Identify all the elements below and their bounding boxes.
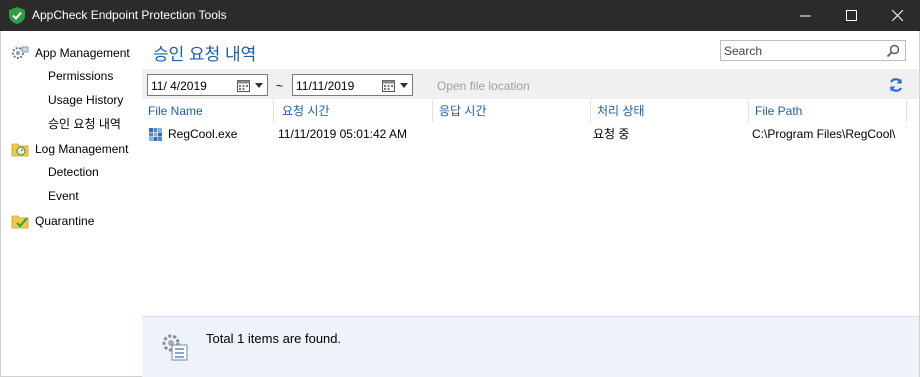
sidebar-group-label: Quarantine xyxy=(35,214,95,228)
table-header: File Name 요청 시간 응답 시간 처리 상태 File Path xyxy=(142,100,919,122)
search-icon[interactable] xyxy=(886,44,900,58)
date-to-value: 11/11/2019 xyxy=(296,79,355,93)
sidebar-group-label: Log Management xyxy=(35,142,129,156)
sidebar-group-log-management[interactable]: Log Management xyxy=(11,140,128,158)
open-file-location-button[interactable]: Open file location xyxy=(437,79,530,93)
calendar-icon[interactable] xyxy=(237,79,250,92)
column-header-file-path[interactable]: File Path xyxy=(749,100,907,122)
column-header-status[interactable]: 처리 상태 xyxy=(591,100,748,122)
date-from-value: 11/ 4/2019 xyxy=(151,79,207,93)
cell-status: 요청 중 xyxy=(593,127,630,141)
maximize-button[interactable] xyxy=(828,0,874,31)
minimize-button[interactable] xyxy=(782,0,828,31)
column-header-request-time[interactable]: 요청 시간 xyxy=(276,100,431,122)
sidebar-item-permissions[interactable]: Permissions xyxy=(48,68,113,84)
close-icon xyxy=(891,10,903,21)
sidebar-item-approval-requests[interactable]: 승인 요청 내역 xyxy=(48,116,121,132)
date-to-picker[interactable]: 11/11/2019 xyxy=(292,74,413,96)
main-panel: 승인 요청 내역 11/ 4/2019 ~ 11/11/2 xyxy=(142,31,919,377)
sidebar-group-label: App Management xyxy=(35,46,130,60)
filter-toolbar: 11/ 4/2019 ~ 11/11/2019 Open file locati… xyxy=(142,69,919,99)
sidebar-group-quarantine[interactable]: Quarantine xyxy=(11,212,94,230)
sidebar-item-detection[interactable]: Detection xyxy=(48,164,99,180)
date-range-separator: ~ xyxy=(276,79,284,93)
status-panel: Total 1 items are found. xyxy=(142,316,919,377)
window-title: AppCheck Endpoint Protection Tools xyxy=(32,8,227,22)
application-icon xyxy=(149,128,162,141)
gear-apps-icon xyxy=(11,44,29,62)
status-message: Total 1 items are found. xyxy=(206,331,342,346)
date-from-picker[interactable]: 11/ 4/2019 xyxy=(147,74,268,96)
log-folder-icon xyxy=(11,140,29,158)
settings-list-icon xyxy=(162,334,188,361)
column-header-response-time[interactable]: 응답 시간 xyxy=(433,100,590,122)
page-title: 승인 요청 내역 xyxy=(153,45,257,64)
column-divider[interactable] xyxy=(906,100,907,122)
window-frame: App Management Permissions Usage History… xyxy=(0,31,920,377)
search-box[interactable] xyxy=(720,40,906,61)
maximize-icon xyxy=(845,10,857,21)
cell-request-time: 11/11/2019 05:01:42 AM xyxy=(278,127,407,141)
close-button[interactable] xyxy=(874,0,920,31)
search-input[interactable] xyxy=(724,43,884,59)
column-divider[interactable] xyxy=(273,100,274,122)
refresh-icon[interactable] xyxy=(888,77,904,93)
cell-file-name: RegCool.exe xyxy=(168,127,238,141)
cell-response-time xyxy=(435,124,589,144)
column-header-file-name[interactable]: File Name xyxy=(142,100,273,122)
table-row[interactable]: RegCool.exe 11/11/2019 05:01:42 AM 요청 중 … xyxy=(142,124,919,144)
chevron-down-icon[interactable] xyxy=(255,83,263,88)
calendar-icon[interactable] xyxy=(382,79,395,92)
sidebar: App Management Permissions Usage History… xyxy=(1,31,142,376)
sidebar-item-event[interactable]: Event xyxy=(48,188,79,204)
title-bar: AppCheck Endpoint Protection Tools xyxy=(0,0,920,31)
appcheck-shield-icon xyxy=(9,7,25,24)
cell-file-path: C:\Program Files\RegCool\ xyxy=(752,127,896,141)
sidebar-group-app-management[interactable]: App Management xyxy=(11,44,130,62)
chevron-down-icon[interactable] xyxy=(400,83,408,88)
minimize-icon xyxy=(799,15,811,17)
quarantine-folder-icon xyxy=(11,212,29,230)
sidebar-item-usage-history[interactable]: Usage History xyxy=(48,92,123,108)
